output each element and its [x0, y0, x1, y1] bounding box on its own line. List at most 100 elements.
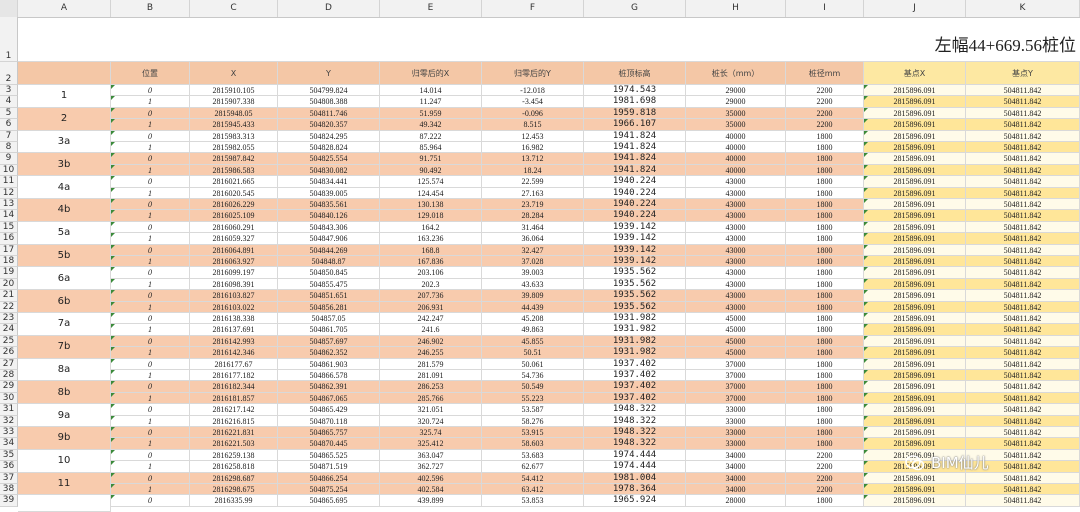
data-cell[interactable]: 37000 — [686, 370, 786, 382]
data-cell[interactable]: 43000 — [686, 267, 786, 279]
data-cell[interactable]: 246.902 — [380, 335, 482, 348]
data-cell[interactable]: 1 — [111, 324, 190, 336]
data-cell[interactable]: 43000 — [686, 233, 786, 245]
row-header-26[interactable]: 26 — [0, 347, 18, 359]
data-cell[interactable]: 43000 — [686, 290, 786, 302]
data-cell[interactable]: 124.454 — [380, 187, 482, 199]
row-header-20[interactable]: 20 — [0, 278, 18, 291]
data-cell[interactable]: 0 — [111, 449, 190, 462]
data-cell[interactable]: 1948.322 — [584, 404, 686, 416]
data-cell[interactable]: 504862.352 — [278, 347, 380, 359]
data-cell[interactable]: 2816298.687 — [190, 472, 278, 484]
title-row-cell[interactable] — [786, 17, 864, 62]
data-cell[interactable]: 62.677 — [482, 461, 584, 473]
data-cell[interactable]: 504811.842 — [966, 484, 1080, 496]
data-cell[interactable]: 43000 — [686, 176, 786, 188]
data-cell[interactable]: 33000 — [686, 415, 786, 427]
data-cell[interactable]: 33000 — [686, 438, 786, 450]
group-label[interactable]: 5a — [18, 221, 111, 245]
column-header-e[interactable]: E — [380, 0, 482, 17]
data-cell[interactable]: 1978.364 — [584, 484, 686, 496]
data-cell[interactable]: 402.584 — [380, 484, 482, 496]
data-cell[interactable]: 129.018 — [380, 210, 482, 222]
data-cell[interactable]: 2815896.091 — [864, 85, 966, 97]
data-cell[interactable]: 1948.322 — [584, 438, 686, 450]
data-cell[interactable]: 1800 — [786, 392, 864, 405]
column-title[interactable]: 归零后的X — [380, 62, 482, 85]
data-cell[interactable]: 206.931 — [380, 301, 482, 313]
data-cell[interactable]: 1 — [111, 164, 190, 177]
row-header-22[interactable]: 22 — [0, 301, 18, 313]
data-cell[interactable]: 504811.842 — [966, 392, 1080, 405]
data-cell[interactable]: 0 — [111, 335, 190, 348]
data-cell[interactable]: 2815896.091 — [864, 370, 966, 382]
data-cell[interactable]: 1800 — [786, 370, 864, 382]
data-cell[interactable]: -3.454 — [482, 96, 584, 108]
data-cell[interactable]: 0 — [111, 199, 190, 211]
data-cell[interactable]: 504811.842 — [966, 358, 1080, 370]
data-cell[interactable]: 2816138.338 — [190, 313, 278, 325]
title-row-cell[interactable] — [482, 17, 584, 62]
data-cell[interactable]: 504811.842 — [966, 381, 1080, 393]
data-cell[interactable]: 1800 — [786, 381, 864, 393]
row-header-39[interactable]: 39 — [0, 495, 18, 507]
data-cell[interactable]: 37.028 — [482, 256, 584, 268]
data-cell[interactable]: 286.253 — [380, 381, 482, 393]
data-cell[interactable]: 43000 — [686, 199, 786, 211]
row-header-13[interactable]: 13 — [0, 199, 18, 211]
data-cell[interactable]: 2815910.105 — [190, 85, 278, 97]
data-cell[interactable]: 1800 — [786, 415, 864, 427]
data-cell[interactable]: 1 — [111, 392, 190, 405]
data-cell[interactable]: 504811.842 — [966, 176, 1080, 188]
title-row-cell[interactable] — [584, 17, 686, 62]
data-cell[interactable]: 2815986.583 — [190, 164, 278, 177]
column-title[interactable]: 位置 — [111, 62, 190, 85]
data-cell[interactable]: 2815896.091 — [864, 438, 966, 450]
data-cell[interactable]: 53.915 — [482, 427, 584, 439]
data-cell[interactable]: 53.587 — [482, 404, 584, 416]
row-header-24[interactable]: 24 — [0, 324, 18, 336]
data-cell[interactable]: 2815896.091 — [864, 427, 966, 439]
data-cell[interactable]: 1 — [111, 233, 190, 245]
data-cell[interactable]: 1 — [111, 278, 190, 291]
data-cell[interactable]: 2816221.831 — [190, 427, 278, 439]
data-cell[interactable]: 58.276 — [482, 415, 584, 427]
data-cell[interactable]: 2816060.291 — [190, 221, 278, 234]
data-cell[interactable]: 0 — [111, 221, 190, 234]
data-cell[interactable]: 1800 — [786, 267, 864, 279]
data-cell[interactable]: 504811.842 — [966, 210, 1080, 222]
data-cell[interactable]: 31.464 — [482, 221, 584, 234]
data-cell[interactable]: 125.574 — [380, 176, 482, 188]
title-row-cell[interactable] — [111, 17, 190, 62]
data-cell[interactable]: 34000 — [686, 449, 786, 462]
column-title[interactable]: 归零后的Y — [482, 62, 584, 85]
data-cell[interactable]: 49.863 — [482, 324, 584, 336]
data-cell[interactable]: 2815945.433 — [190, 119, 278, 131]
column-title[interactable]: 桩长（mm） — [686, 62, 786, 85]
data-cell[interactable]: 242.247 — [380, 313, 482, 325]
data-cell[interactable]: 504811.842 — [966, 324, 1080, 336]
data-cell[interactable]: 2816216.815 — [190, 415, 278, 427]
row-header-5[interactable]: 5 — [0, 107, 18, 120]
data-cell[interactable]: 1800 — [786, 187, 864, 199]
data-cell[interactable]: 2815896.091 — [864, 415, 966, 427]
group-label[interactable]: 4b — [18, 199, 111, 222]
data-cell[interactable]: 43000 — [686, 256, 786, 268]
data-cell[interactable]: 504848.87 — [278, 256, 380, 268]
data-cell[interactable]: 40000 — [686, 142, 786, 154]
data-cell[interactable]: 39.809 — [482, 290, 584, 302]
data-cell[interactable]: 36.064 — [482, 233, 584, 245]
data-cell[interactable]: 163.236 — [380, 233, 482, 245]
data-cell[interactable]: 1 — [111, 301, 190, 313]
data-cell[interactable]: 504811.842 — [966, 119, 1080, 131]
data-cell[interactable]: 504851.651 — [278, 290, 380, 302]
data-cell[interactable]: 1800 — [786, 164, 864, 177]
data-cell[interactable]: 37000 — [686, 381, 786, 393]
title-row-cell[interactable] — [18, 17, 111, 62]
data-cell[interactable]: 504811.842 — [966, 85, 1080, 97]
data-cell[interactable]: 1 — [111, 187, 190, 199]
data-cell[interactable]: 2816142.993 — [190, 335, 278, 348]
data-cell[interactable]: 2816103.022 — [190, 301, 278, 313]
data-cell[interactable]: 45000 — [686, 335, 786, 348]
data-cell[interactable]: 1800 — [786, 142, 864, 154]
